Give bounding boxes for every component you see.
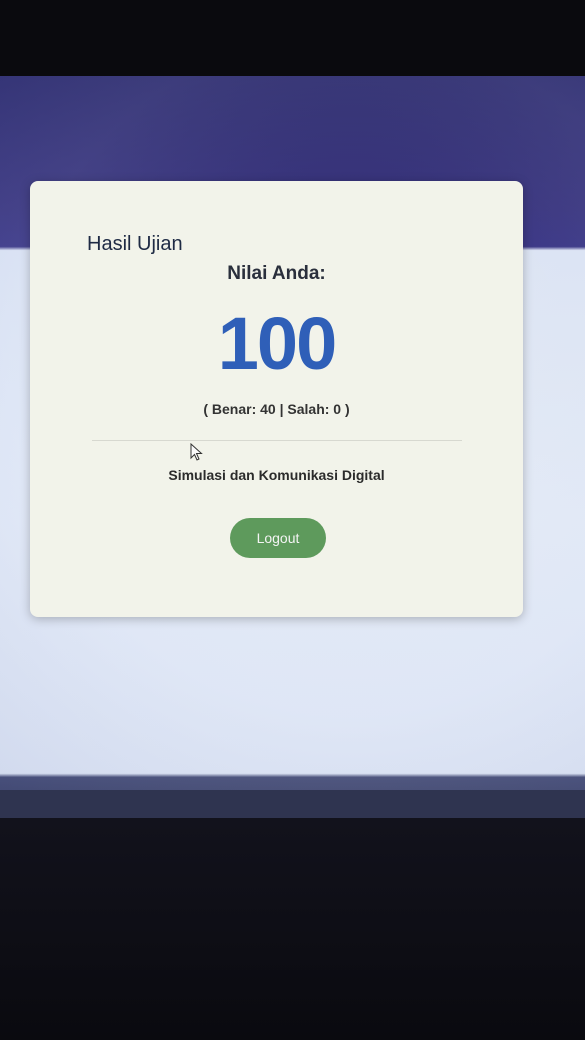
monitor-bezel-bottom — [0, 818, 585, 1040]
logout-button[interactable]: Logout — [230, 518, 326, 558]
score-label: Nilai Anda: — [227, 263, 326, 284]
monitor-bezel-top — [0, 0, 585, 76]
result-title: Hasil Ujian — [87, 233, 183, 255]
subject-name: Simulasi dan Komunikasi Digital — [168, 467, 385, 483]
photo-of-monitor: Hasil Ujian Nilai Anda: 100 ( Benar: 40 … — [0, 0, 585, 1040]
score-value: 100 — [217, 302, 337, 385]
mouse-cursor-icon — [190, 443, 203, 461]
divider — [92, 440, 462, 441]
score-detail: ( Benar: 40 | Salah: 0 ) — [203, 401, 350, 417]
page-footer-bar — [0, 790, 585, 818]
result-card: Hasil Ujian Nilai Anda: 100 ( Benar: 40 … — [30, 181, 523, 617]
